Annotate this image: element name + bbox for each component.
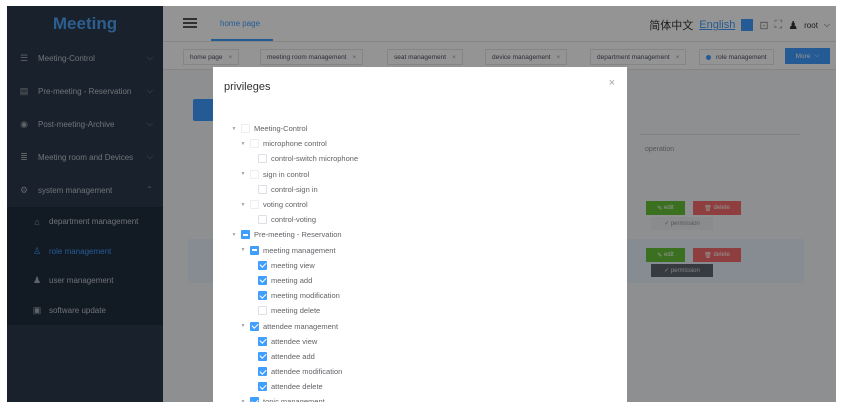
tree-node-label: control-voting bbox=[271, 215, 317, 225]
tree-node[interactable]: ▼ meeting management bbox=[213, 243, 627, 258]
caret-down-icon[interactable]: ▼ bbox=[239, 171, 247, 177]
tree-node[interactable]: ▼ Meeting-Control bbox=[213, 121, 627, 136]
dialog-title: privileges bbox=[224, 81, 271, 93]
tree-node-label: microphone control bbox=[263, 139, 327, 149]
tree-node-label: control-switch microphone bbox=[271, 154, 359, 164]
tree-checkbox[interactable] bbox=[258, 154, 267, 164]
tree-checkbox[interactable] bbox=[250, 397, 259, 402]
tree-node[interactable]: ▼ attendee management bbox=[213, 318, 627, 333]
tree-node-label: meeting modification bbox=[271, 291, 340, 301]
tree-node[interactable]: ▼ topic management bbox=[213, 394, 627, 402]
privileges-dialog: privileges × ▼ Meeting-Control ▼ microphone… bbox=[213, 67, 627, 402]
caret-down-icon[interactable]: ▼ bbox=[239, 141, 247, 147]
tree-checkbox[interactable] bbox=[250, 321, 259, 331]
caret-down-icon[interactable]: ▼ bbox=[239, 323, 247, 329]
tree-node[interactable]: meeting add bbox=[213, 273, 627, 288]
tree-node[interactable]: attendee view bbox=[213, 334, 627, 349]
tree-node-label: meeting view bbox=[271, 260, 315, 270]
caret-down-icon[interactable]: ▼ bbox=[239, 399, 247, 402]
tree-node[interactable]: ▼ voting control bbox=[213, 197, 627, 212]
tree-node-label: voting control bbox=[263, 200, 308, 210]
tree-node[interactable]: ▼ Pre-meeting - Reservation bbox=[213, 227, 627, 242]
tree-checkbox[interactable] bbox=[258, 215, 267, 225]
tree-checkbox[interactable] bbox=[258, 351, 267, 361]
tree-checkbox[interactable] bbox=[258, 367, 267, 377]
tree-node-label: meeting add bbox=[271, 275, 313, 285]
caret-down-icon[interactable]: ▼ bbox=[239, 202, 247, 208]
tree-node[interactable]: meeting view bbox=[213, 258, 627, 273]
tree-node-label: Pre-meeting - Reservation bbox=[254, 230, 342, 240]
tree-checkbox[interactable] bbox=[250, 200, 259, 210]
tree-node-label: topic management bbox=[263, 397, 325, 402]
tree-node[interactable]: meeting modification bbox=[213, 288, 627, 303]
tree-checkbox[interactable] bbox=[258, 260, 267, 270]
tree-checkbox[interactable] bbox=[258, 184, 267, 194]
tree-node-label: attendee modification bbox=[271, 367, 343, 377]
caret-down-icon[interactable]: ▼ bbox=[239, 247, 247, 253]
tree-checkbox[interactable] bbox=[258, 382, 267, 392]
tree-node-label: sign in control bbox=[263, 169, 310, 179]
caret-down-icon[interactable]: ▼ bbox=[230, 232, 238, 238]
tree-node-label: attendee add bbox=[271, 351, 315, 361]
tree-checkbox[interactable] bbox=[250, 169, 259, 179]
tree-node-label: control-sign in bbox=[271, 184, 318, 194]
privileges-tree: ▼ Meeting-Control ▼ microphone control contr… bbox=[213, 121, 627, 402]
tree-node-label: attendee view bbox=[271, 336, 318, 346]
tree-node[interactable]: attendee delete bbox=[213, 379, 627, 394]
tree-checkbox[interactable] bbox=[250, 139, 259, 149]
tree-node[interactable]: attendee add bbox=[213, 349, 627, 364]
tree-node-label: Meeting-Control bbox=[254, 124, 308, 134]
tree-node[interactable]: control-switch microphone bbox=[213, 151, 627, 166]
tree-node[interactable]: attendee modification bbox=[213, 364, 627, 379]
tree-checkbox[interactable] bbox=[258, 291, 267, 301]
tree-checkbox[interactable] bbox=[258, 336, 267, 346]
tree-node[interactable]: meeting delete bbox=[213, 303, 627, 318]
tree-node[interactable]: control-voting bbox=[213, 212, 627, 227]
tree-node-label: attendee delete bbox=[271, 382, 323, 392]
tree-checkbox[interactable] bbox=[258, 306, 267, 316]
tree-node[interactable]: control-sign in bbox=[213, 182, 627, 197]
tree-checkbox[interactable] bbox=[241, 230, 250, 240]
caret-down-icon[interactable]: ▼ bbox=[230, 126, 238, 132]
tree-node[interactable]: ▼ microphone control bbox=[213, 136, 627, 151]
tree-node-label: meeting management bbox=[263, 245, 336, 255]
tree-checkbox[interactable] bbox=[258, 275, 267, 285]
tree-node-label: attendee management bbox=[263, 321, 339, 331]
close-icon[interactable]: × bbox=[609, 77, 615, 89]
tree-checkbox[interactable] bbox=[241, 124, 250, 134]
tree-node-label: meeting delete bbox=[271, 306, 321, 316]
tree-checkbox[interactable] bbox=[250, 245, 259, 255]
tree-node[interactable]: ▼ sign in control bbox=[213, 167, 627, 182]
